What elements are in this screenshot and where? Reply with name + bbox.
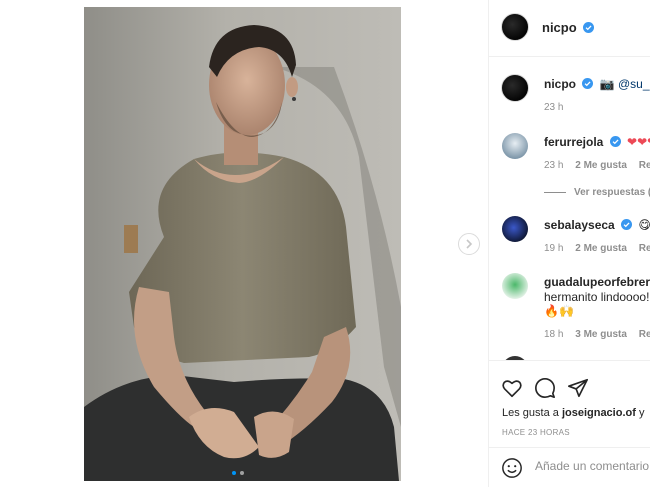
comments-list: nicpo 📷 @su_hid 23 h ferurrejola <box>489 58 650 360</box>
view-replies-label: Ver respuestas (1 <box>574 187 650 198</box>
comment-meta: 23 h 2 Me gusta Resp <box>544 160 650 171</box>
comment-time[interactable]: 23 h <box>544 160 563 171</box>
comment-likes-count[interactable]: 3 Me gusta <box>575 329 627 340</box>
next-slide-button[interactable] <box>458 233 480 255</box>
post-timestamp[interactable]: HACE 23 HORAS <box>502 428 570 437</box>
comment-likes-count[interactable]: 2 Me gusta <box>575 243 627 254</box>
comment-username[interactable]: ferurrejola <box>544 135 603 149</box>
likes-username[interactable]: joseignacio.of <box>562 407 636 419</box>
comment-body: 😋 <box>638 218 650 232</box>
comment-meta: 19 h 2 Me gusta Resp <box>544 243 650 254</box>
caption-avatar[interactable] <box>501 74 529 102</box>
comment-avatar[interactable] <box>502 216 528 242</box>
comment-body: hermanito lindoooo!! <box>544 290 650 304</box>
comment-username[interactable]: guadalupeorfebreria <box>544 275 650 289</box>
comment-input[interactable] <box>535 459 650 473</box>
author-avatar[interactable] <box>501 13 529 41</box>
comment-meta: 18 h 3 Me gusta Resp <box>544 329 650 340</box>
comment-likes-count[interactable]: 2 Me gusta <box>575 160 627 171</box>
chevron-right-icon <box>466 239 473 249</box>
reply-button[interactable]: Resp <box>639 243 650 254</box>
caption-meta: 23 h <box>544 102 563 113</box>
likes-prefix: Les gusta a <box>502 407 559 419</box>
add-comment-bar <box>489 447 650 487</box>
comment-time[interactable]: 19 h <box>544 243 563 254</box>
post-actions: Les gusta a joseignacio.of y HACE 23 HOR… <box>489 360 650 447</box>
reply-button[interactable]: Resp <box>639 160 650 171</box>
comment-text: sebalayseca 😋 <box>544 218 650 232</box>
post-header: nicpo <box>489 0 650 57</box>
likes-summary: Les gusta a joseignacio.of y <box>502 407 644 419</box>
caption-mention-link[interactable]: @su_hid <box>618 77 650 91</box>
carousel-dot <box>240 471 244 475</box>
comment-avatar[interactable] <box>502 133 528 159</box>
comment-avatar[interactable] <box>502 273 528 299</box>
comment-username[interactable]: sebalayseca <box>544 218 615 232</box>
comment-username-line: guadalupeorfebreria <box>544 275 650 289</box>
comment-body: ❤❤❤ <box>627 135 650 149</box>
post-sidebar: nicpo nicpo 📷 @su_hid 23 h <box>488 0 650 487</box>
author-username-text: nicpo <box>542 20 577 35</box>
reply-button[interactable]: Resp <box>639 329 650 340</box>
man-portrait-image <box>84 7 401 481</box>
camera-emoji: 📷 <box>599 77 615 91</box>
author-username[interactable]: nicpo <box>542 20 595 35</box>
verified-badge-icon <box>609 136 621 147</box>
caption-text: nicpo 📷 @su_hid <box>544 77 650 91</box>
emoji-icon[interactable] <box>501 457 523 479</box>
carousel-indicators <box>232 471 244 475</box>
caption-username[interactable]: nicpo <box>544 77 576 91</box>
comment-text: ferurrejola ❤❤❤ <box>544 135 650 149</box>
likes-suffix: y <box>638 407 645 419</box>
verified-badge-icon <box>621 219 633 230</box>
carousel-dot-active <box>232 471 236 475</box>
view-replies-button[interactable]: Ver respuestas (1 <box>544 187 650 198</box>
comment-icon[interactable] <box>534 377 556 399</box>
comment-emoji-line: 🔥🙌 <box>544 304 574 318</box>
verified-badge-icon <box>583 22 595 33</box>
post-media-area <box>0 0 488 487</box>
heart-icon[interactable] <box>501 377 523 399</box>
share-icon[interactable] <box>567 377 589 399</box>
comment-time[interactable]: 18 h <box>544 329 563 340</box>
verified-badge-icon <box>582 78 594 89</box>
caption-time[interactable]: 23 h <box>544 102 563 113</box>
replies-divider-line <box>544 191 566 193</box>
post-photo[interactable] <box>84 7 401 481</box>
